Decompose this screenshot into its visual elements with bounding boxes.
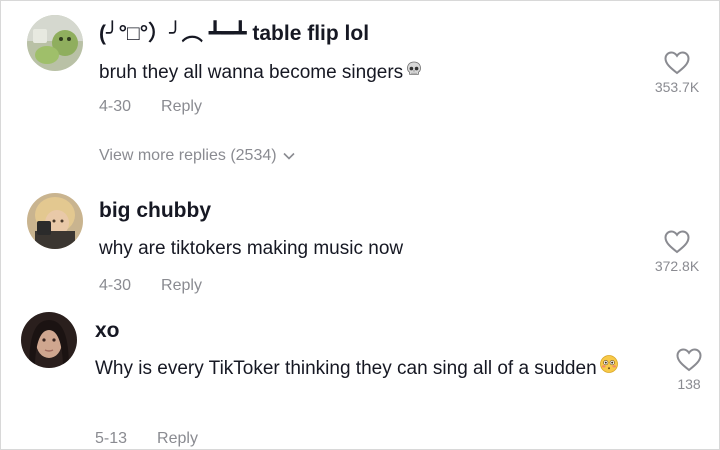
like-count: 138 <box>677 376 701 392</box>
like-button[interactable]: 372.8K <box>637 230 717 274</box>
chevron-down-icon <box>282 152 295 160</box>
avatar[interactable] <box>27 193 83 249</box>
comment-meta: 4-30 Reply <box>99 98 202 116</box>
flushed-face-emoji-icon <box>599 353 619 385</box>
avatar[interactable] <box>21 312 77 368</box>
heart-icon <box>676 348 702 372</box>
comment-date: 5-13 <box>95 430 128 447</box>
like-button[interactable]: 138 <box>649 348 720 392</box>
comment-text: why are tiktokers making music now <box>99 238 404 259</box>
comment-text-row: bruh they all wanna become singers <box>99 57 639 89</box>
comment-date: 4-30 <box>99 277 132 294</box>
heart-icon <box>664 230 690 254</box>
skull-emoji-icon <box>405 57 423 89</box>
comment-text: Why is every TikToker thinking they can … <box>95 358 597 380</box>
comment-author[interactable]: (╯°□°）╯︵ ┻━┻ table flip lol <box>99 17 369 47</box>
comment-text: bruh they all wanna become singers <box>99 62 404 84</box>
heart-icon <box>664 51 690 75</box>
comment-meta: 5-13 Reply <box>95 430 198 448</box>
like-count: 353.7K <box>654 79 700 95</box>
like-count: 372.8K <box>654 258 700 274</box>
comments-panel: (╯°□°）╯︵ ┻━┻ table flip lol bruh they al… <box>0 0 720 450</box>
comment-text-row: Why is every TikToker thinking they can … <box>95 353 630 385</box>
reply-button[interactable]: Reply <box>161 277 202 294</box>
comment-author[interactable]: xo <box>95 319 120 343</box>
like-button[interactable]: 353.7K <box>637 51 717 95</box>
reply-button[interactable]: Reply <box>161 98 202 115</box>
comment-meta: 4-30 Reply <box>99 277 202 295</box>
reply-button[interactable]: Reply <box>157 430 198 447</box>
view-more-label: View more replies (2534) <box>99 147 277 164</box>
comment-author[interactable]: big chubby <box>99 199 211 223</box>
view-more-replies-button[interactable]: View more replies (2534) <box>99 147 295 165</box>
comment-date: 4-30 <box>99 98 132 115</box>
avatar[interactable] <box>27 15 83 71</box>
